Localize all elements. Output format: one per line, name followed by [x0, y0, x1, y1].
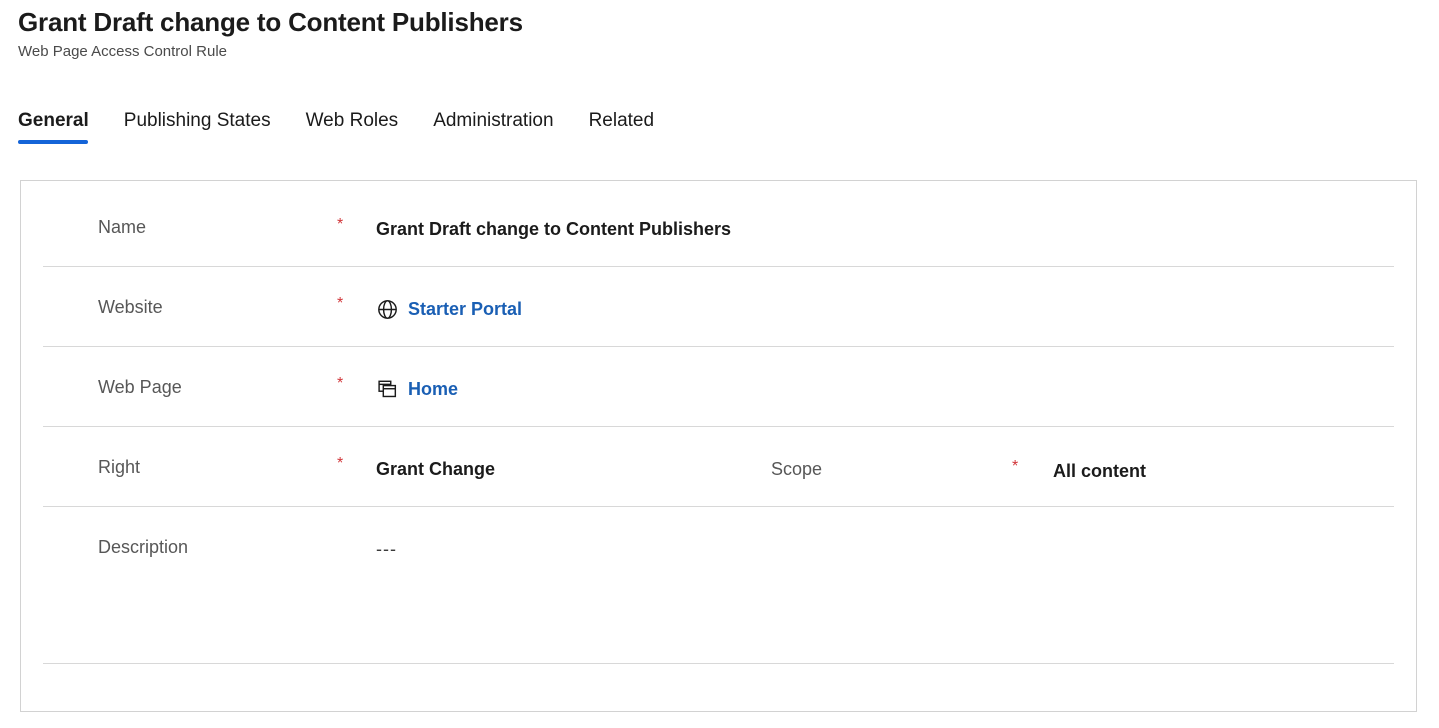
field-name-required-marker: * [337, 216, 344, 233]
form-row-description: Description --- [21, 507, 1416, 664]
web-page-lookup-link[interactable]: Home [408, 377, 458, 401]
field-website-value: Starter Portal [376, 297, 522, 321]
tab-general-label: General [18, 110, 89, 131]
field-scope-value[interactable]: All content [1053, 459, 1146, 483]
field-scope-label: Scope [771, 459, 823, 479]
tab-publishing-states[interactable]: Publishing States [124, 108, 271, 144]
tab-web-roles-label: Web Roles [305, 110, 399, 131]
form-row-web-page: Web Page * Home [21, 347, 1416, 427]
tab-administration-label: Administration [433, 110, 554, 131]
field-name-value[interactable]: Grant Draft change to Content Publishers [376, 217, 731, 241]
field-web-page-value: Home [376, 377, 458, 401]
page-header: Grant Draft change to Content Publishers… [18, 6, 1398, 62]
tab-strip: General Publishing States Web Roles Admi… [18, 108, 654, 150]
website-lookup-link[interactable]: Starter Portal [408, 297, 522, 321]
row-divider [43, 663, 1394, 664]
field-scope-required-marker: * [1012, 458, 1019, 475]
field-name-label: Name [98, 217, 147, 237]
field-website-label: Website [98, 297, 163, 317]
field-web-page-label: Web Page [98, 377, 182, 397]
web-page-icon [376, 378, 398, 400]
tab-related-label: Related [588, 110, 655, 131]
field-website-required-marker: * [337, 295, 344, 312]
field-description-label: Description [98, 537, 189, 557]
page-subtitle: Web Page Access Control Rule [18, 43, 227, 60]
general-tab-form-card: Name * Grant Draft change to Content Pub… [20, 180, 1417, 712]
globe-icon [376, 298, 398, 320]
field-web-page-required-marker: * [337, 375, 344, 392]
field-scope: Scope * All content [21, 427, 1416, 507]
tab-web-roles[interactable]: Web Roles [306, 108, 399, 144]
form-row-website: Website * Starter Portal [21, 267, 1416, 347]
tab-administration[interactable]: Administration [433, 108, 553, 144]
field-description-value[interactable]: --- [376, 537, 397, 561]
tab-publishing-states-label: Publishing States [123, 110, 271, 131]
tab-related[interactable]: Related [589, 108, 655, 144]
form-row-right-scope: Right * Grant Change Scope * All content [21, 427, 1416, 507]
tab-general[interactable]: General [18, 108, 89, 144]
form-row-name: Name * Grant Draft change to Content Pub… [21, 181, 1416, 267]
page-title: Grant Draft change to Content Publishers [18, 7, 523, 37]
